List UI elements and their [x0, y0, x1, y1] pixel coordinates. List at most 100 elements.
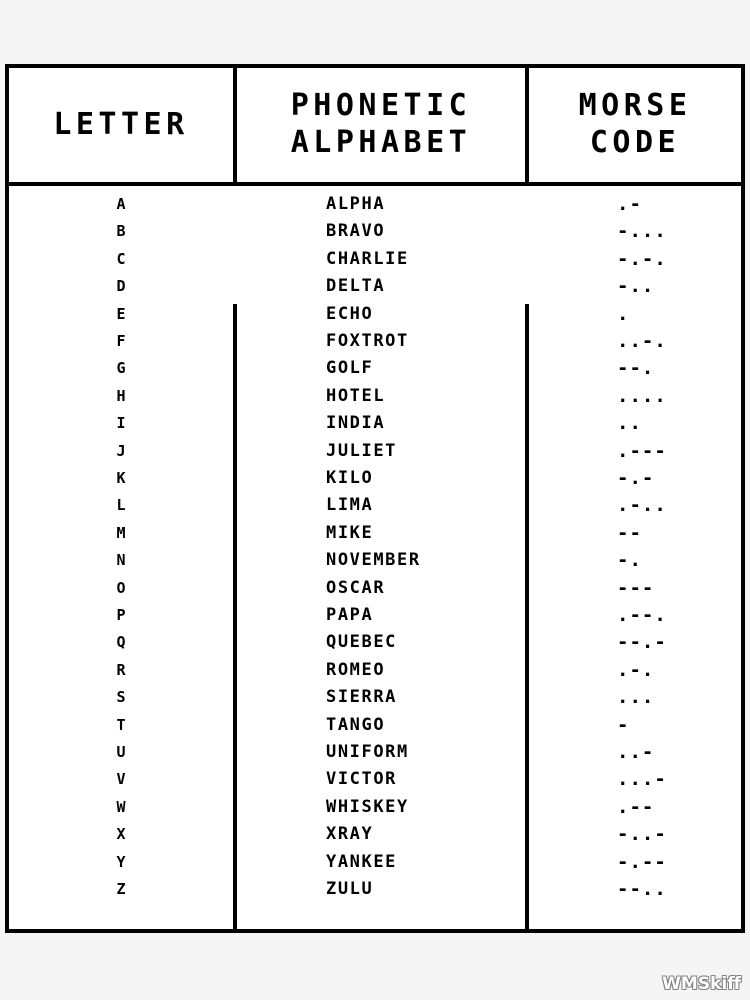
- column-header-phonetic-alphabet: PHONETIC ALPHABET: [237, 68, 525, 182]
- cell-morse-code: --.: [617, 357, 655, 380]
- cell-morse-code: -..-: [617, 823, 667, 846]
- table-row: Q QUEBEC --.-: [9, 629, 741, 656]
- table-row: V VICTOR ...-: [9, 766, 741, 793]
- cell-phonetic-word: INDIA: [326, 413, 386, 434]
- cell-letter: T: [116, 715, 126, 734]
- cell-letter: W: [116, 797, 126, 816]
- cell-letter: M: [116, 523, 126, 542]
- cell-morse-code: .-..: [617, 494, 667, 517]
- cell-morse-code: -...: [617, 220, 667, 243]
- cell-letter: Z: [116, 880, 126, 898]
- cell-morse-code: -.-: [617, 467, 655, 489]
- cell-phonetic-word: UNIFORM: [326, 742, 409, 762]
- header-column-divider-2: [525, 68, 529, 186]
- table-row: L LIMA .-..: [9, 492, 741, 519]
- cell-letter: S: [116, 688, 126, 707]
- cell-letter: H: [116, 386, 126, 405]
- table-row: S SIERRA...: [9, 684, 741, 711]
- cell-phonetic-word: QUEBEC: [326, 632, 398, 653]
- cell-letter: L: [116, 496, 126, 515]
- cell-letter: V: [116, 770, 126, 789]
- cell-morse-code: ...-: [617, 768, 667, 791]
- cell-phonetic-word: OSCAR: [326, 577, 386, 598]
- cell-morse-code: -.: [617, 549, 642, 572]
- cell-morse-code: -..: [617, 275, 655, 298]
- cell-letter: D: [116, 277, 126, 296]
- cell-letter: J: [116, 441, 126, 460]
- table-row: A ALPHA .-: [9, 191, 741, 218]
- column-header-morse-code: MORSE CODE: [529, 68, 741, 182]
- cell-morse-code: ..-: [617, 741, 655, 763]
- cell-morse-code: .-: [617, 193, 642, 215]
- table-row: J JULIET .---: [9, 438, 741, 465]
- cell-letter: F: [116, 332, 126, 350]
- cell-phonetic-word: ROMEO: [326, 659, 386, 680]
- cell-phonetic-word: TANGO: [326, 714, 386, 735]
- table-row: U UNIFORM ..-: [9, 739, 741, 766]
- cell-phonetic-word: YANKEE: [326, 851, 398, 872]
- table-row: K KILO -.-: [9, 465, 741, 492]
- cell-phonetic-word: JULIET: [326, 440, 398, 461]
- cell-morse-code: .: [617, 302, 630, 325]
- cell-letter: K: [116, 469, 126, 487]
- cell-phonetic-word: DELTA: [326, 276, 386, 297]
- table-row: O OSCAR ---: [9, 575, 741, 602]
- column-header-letter-line-1: LETTER: [53, 106, 189, 142]
- cell-morse-code: --.-: [617, 631, 667, 654]
- phonetic-morse-table: LETTER PHONETIC ALPHABET MORSE CODE A ALP…: [5, 64, 745, 933]
- column-header-morse-line-1: MORSE: [578, 88, 692, 124]
- cell-morse-code: .--.: [617, 604, 667, 626]
- cell-letter: C: [116, 249, 126, 268]
- table-row: B BRAVO -...: [9, 218, 741, 245]
- column-header-phonetic-line-2: ALPHABET: [290, 125, 472, 160]
- header-column-divider-1: [233, 68, 237, 186]
- poster-canvas: LETTER PHONETIC ALPHABET MORSE CODE A ALP…: [0, 0, 750, 1000]
- cell-letter: U: [116, 743, 126, 761]
- table-row: M MIKE --: [9, 520, 741, 547]
- column-header-morse-line-2: CODE: [589, 125, 681, 160]
- table-row: N NOVEMBER -.: [9, 547, 741, 574]
- watermark-label: WMSkiff: [662, 974, 741, 994]
- table-row: W WHISKEY .--: [9, 794, 741, 821]
- table-row: T TANGO -: [9, 712, 741, 739]
- table-row: F FOXTROT ..-.: [9, 328, 741, 355]
- cell-morse-code: -.--: [617, 850, 667, 873]
- table-body: A ALPHA .- B BRAVO -... C CHARLIE -.-. D DELTA -.. E…: [9, 186, 741, 929]
- table-row: H HOTEL....: [9, 383, 741, 410]
- table-row: C CHARLIE -.-.: [9, 246, 741, 273]
- cell-morse-code: --: [617, 521, 642, 544]
- table-row: P PAPA .--.: [9, 602, 741, 629]
- table-row: Y YANKEE -.--: [9, 849, 741, 876]
- cell-morse-code: ....: [617, 384, 667, 407]
- cell-morse-code: -: [617, 713, 630, 736]
- cell-letter: X: [116, 825, 126, 844]
- cell-phonetic-word: MIKE: [326, 522, 374, 543]
- cell-letter: O: [116, 578, 126, 597]
- cell-letter: B: [116, 222, 126, 241]
- cell-letter: E: [116, 304, 126, 323]
- cell-morse-code: ...: [617, 686, 655, 709]
- cell-letter: G: [116, 359, 126, 378]
- cell-letter: Y: [116, 852, 126, 871]
- cell-phonetic-word: HOTEL: [326, 385, 386, 406]
- cell-letter: Q: [116, 633, 126, 652]
- table-row: E ECHO.: [9, 301, 741, 328]
- cell-phonetic-word: XRAY: [326, 824, 374, 845]
- cell-letter: P: [116, 606, 126, 624]
- cell-morse-code: ..-.: [617, 330, 667, 352]
- cell-phonetic-word: ECHO: [326, 303, 374, 324]
- table-row: I INDIA..: [9, 410, 741, 437]
- cell-phonetic-word: GOLF: [326, 358, 374, 379]
- cell-letter: R: [116, 660, 126, 679]
- cell-morse-code: ..: [617, 412, 642, 435]
- cell-phonetic-word: SIERRA: [326, 687, 398, 708]
- cell-letter: A: [116, 195, 126, 213]
- cell-phonetic-word: ALPHA: [326, 194, 386, 214]
- cell-morse-code: ---: [617, 576, 655, 599]
- table-row: D DELTA -..: [9, 273, 741, 300]
- table-row: R ROMEO .-.: [9, 657, 741, 684]
- cell-phonetic-word: NOVEMBER: [326, 550, 421, 571]
- cell-phonetic-word: FOXTROT: [326, 331, 409, 351]
- column-header-phonetic-line-1: PHONETIC: [290, 88, 472, 124]
- cell-phonetic-word: LIMA: [326, 495, 374, 516]
